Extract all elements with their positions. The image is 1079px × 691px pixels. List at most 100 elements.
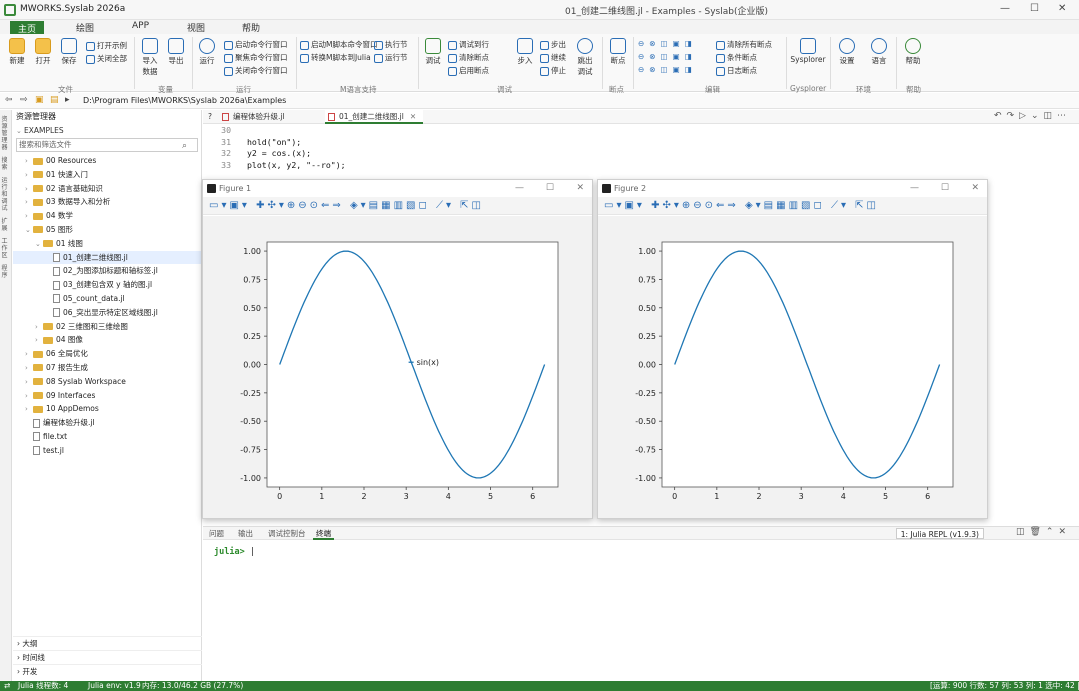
tree-folder[interactable]: › 10 AppDemos [13,402,201,416]
search-icon[interactable]: ⌕ [182,140,187,152]
tree-folder[interactable]: › 09 Interfaces [13,389,201,403]
editor-tab[interactable]: 编程体验升级.jl [219,110,323,124]
activity-debug[interactable]: 运行和调试 [2,177,10,212]
editor-toolbar[interactable]: ↶↷▷⌄◫⋯ [994,111,1071,121]
tree-folder[interactable]: › 08 Syslab Workspace [13,375,201,389]
log-breakpoint[interactable]: 日志断点 [716,65,757,76]
close-icon[interactable]: ✕ [576,180,584,197]
exit-debug-button[interactable]: 跳出调试 [574,38,596,77]
back-icon[interactable]: ⇦ [5,95,13,105]
tree-file[interactable]: test.jl [13,444,201,458]
current-path[interactable]: D:\Program Files\MWORKS\Syslab 2026a\Exa… [83,96,286,105]
import-data-button[interactable]: 导入 数据 [139,38,161,77]
outline-section[interactable]: › 大纲 [13,636,202,649]
start-cmd-window[interactable]: 启动命令行窗口 [224,39,288,50]
close-icon[interactable]: ✕ [1058,3,1066,14]
plot-canvas[interactable]: 0 1 2 3 4 5 6 1.00 0.75 0.50 0.25 0.00 -0.25 -0.50 -0.… [598,216,987,518]
code-view[interactable]: 30 31 hold("on"); 32 y2 = cos.(x); 33 plot(… [203,125,1079,171]
close-icon[interactable]: ✕ [971,180,979,197]
maximize-icon[interactable]: ☐ [546,180,554,197]
minimize-icon[interactable]: — [1000,3,1010,14]
tree-folder[interactable]: › 03 数据导入和分析 [13,195,201,209]
open-button[interactable]: 打开 [32,38,54,66]
maximize-icon[interactable]: ☐ [1030,3,1039,14]
activity-search[interactable]: 搜索 [2,157,10,171]
tree-folder[interactable]: › 07 报告生成 [13,361,201,375]
figure-toolbar[interactable]: ▭▾▣▾ ✚✣▾⊕⊖⊙⇐⇒ ◈▾▤▦▥▧◻ ⟋▾ ⇱◫ [598,197,987,215]
exec-section-button[interactable]: 执行节 [374,39,408,50]
plot-canvas[interactable]: 0 1 2 3 4 5 6 1.00 0.75 0.50 0.25 0.00 -0.25 -0.50 -0.… [203,216,592,518]
path-chevron-icon[interactable]: ▸ [65,95,70,105]
tree-folder[interactable]: › 04 数学 [13,209,201,223]
stop-button[interactable]: 停止 [540,65,566,76]
edit-icons-row3[interactable]: ⊖⊗◫▣◨ [638,65,697,74]
conditional-breakpoint[interactable]: 条件断点 [716,52,757,63]
maximize-icon[interactable]: ☐ [941,180,949,197]
tree-file[interactable]: 06_突出显示特定区域线图.jl [13,306,201,320]
julia-threads[interactable]: Julia 线程数: 4 [18,681,68,691]
debug-button[interactable]: 调试 [422,38,444,66]
enable-breakpoints[interactable]: 启用断点 [448,65,489,76]
figure-window-1[interactable]: Figure 1 — ☐ ✕ ▭▾▣▾ ✚✣▾⊕⊖⊙⇐⇒ ◈▾▤▦▥▧◻ ⟋▾ … [202,179,593,519]
sysplorer-button[interactable]: Sysplorer [790,38,826,64]
forward-icon[interactable]: ⇨ [20,95,28,105]
focus-cmd-window[interactable]: 聚焦命令行窗口 [224,52,288,63]
editor-tab-active[interactable]: 01_创建二维线图.jl ✕ [325,110,423,124]
close-cmd-window[interactable]: 关闭命令行窗口 [224,65,288,76]
settings-button[interactable]: 设置 [836,38,858,66]
language-button[interactable]: 语言 [868,38,890,66]
tab-view[interactable]: 视图 [183,21,209,34]
remote-icon[interactable]: ⇄ [4,681,10,691]
edit-icons-row2[interactable]: ⊖⊗◫▣◨ [638,52,697,61]
tree-file[interactable]: 02_为图添加标题和轴标签.jl [13,264,201,278]
tab-terminal[interactable]: 终端 [313,527,334,540]
tree-folder[interactable]: › 02 三维图和三维绘图 [13,320,201,334]
browse-folder-icon[interactable]: ▤ [50,95,59,105]
tab-plot[interactable]: 绘图 [72,21,98,34]
new-button[interactable]: 新建 [6,38,28,66]
continue-button[interactable]: 继续 [540,52,566,63]
run-button[interactable]: 运行 [196,38,218,66]
julia-env[interactable]: Julia env: v1.9 [88,681,141,691]
tree-folder[interactable]: › 01 快速入门 [13,168,201,182]
start-m-window[interactable]: 启动M脚本命令窗口 [300,39,377,50]
tab-app[interactable]: APP [128,21,153,31]
minimize-icon[interactable]: — [515,180,524,197]
activity-extensions[interactable]: 扩展 [2,218,10,232]
tree-file[interactable]: 05_count_data.jl [13,292,201,306]
convert-m-button[interactable]: 转换M脚本到Julia [300,52,371,63]
up-folder-icon[interactable]: ▣ [35,95,44,105]
minimize-icon[interactable]: — [910,180,919,197]
explorer-root[interactable]: ⌄ EXAMPLES [13,124,201,137]
figure-title-bar[interactable]: Figure 1 — ☐ ✕ [203,180,592,197]
tree-file[interactable]: 03_创建包含双 y 轴的图.jl [13,278,201,292]
explorer-search-input[interactable]: 搜索和筛选文件 ⌕ [16,138,198,152]
figure-window-2[interactable]: Figure 2 — ☐ ✕ ▭▾▣▾ ✚✣▾⊕⊖⊙⇐⇒ ◈▾▤▦▥▧◻ ⟋▾ … [597,179,988,519]
figure-title-bar[interactable]: Figure 2 — ☐ ✕ [598,180,987,197]
tab-help[interactable]: 帮助 [238,21,264,34]
save-button[interactable]: 保存 [58,38,80,66]
dev-section[interactable]: › 开发 [13,664,202,677]
tree-folder[interactable]: › 02 语言基础知识 [13,182,201,196]
repl-selector[interactable]: 1: Julia REPL (v1.9.3) [895,528,984,539]
help-tab-icon[interactable]: ? [203,110,217,124]
activity-workspace[interactable]: 工作区 [2,238,10,259]
tree-folder[interactable]: › 06 全局优化 [13,347,201,361]
panel-toolbar[interactable]: ◫🗑⌃✕ [1016,527,1071,537]
help-button[interactable]: 帮助 [902,38,924,66]
clear-breakpoints[interactable]: 清除断点 [448,52,489,63]
step-out[interactable]: 步出 [540,39,566,50]
open-example-button[interactable]: 打开示例 [86,40,127,51]
export-button[interactable]: 导出 [165,38,187,66]
tree-folder[interactable]: › 00 Resources [13,154,201,168]
edit-icons-row1[interactable]: ⊖⊗◫▣◨ [638,39,697,48]
tab-problems[interactable]: 问题 [206,527,227,540]
repl-prompt[interactable]: julia> | [214,547,255,557]
tree-folder[interactable]: › 04 图像 [13,333,201,347]
tree-file[interactable]: file.txt [13,430,201,444]
timeline-section[interactable]: › 时间线 [13,650,202,663]
activity-explorer[interactable]: 资源管理器 [2,116,10,151]
tree-folder[interactable]: ⌄ 01 线图 [13,237,201,251]
tree-folder[interactable]: ⌄ 05 图形 [13,223,201,237]
run-section-button[interactable]: 运行节 [374,52,408,63]
